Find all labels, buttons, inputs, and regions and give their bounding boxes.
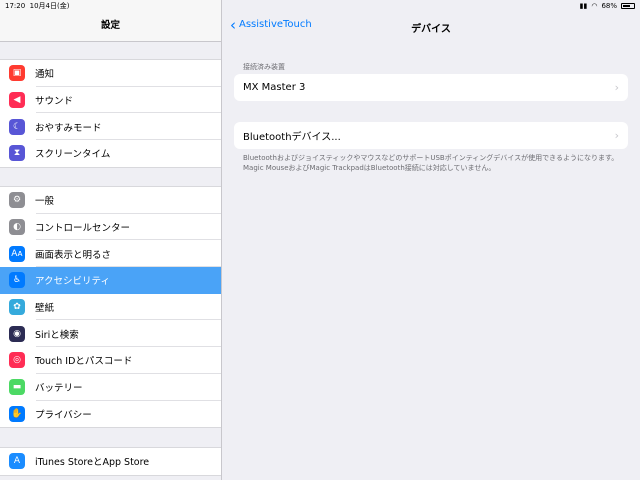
battery-icon [621, 3, 635, 9]
sidebar-item[interactable]: ◐ コントロールセンター [0, 214, 221, 241]
sidebar-item-label: コントロールセンター [35, 223, 131, 235]
status-date: 10月4日(金) [29, 2, 70, 10]
sidebar-item-label: 通知 [35, 69, 55, 81]
sidebar-item[interactable]: ✿ 壁紙 [0, 294, 221, 321]
sidebar-item-label: 壁紙 [35, 303, 55, 315]
fingerprint-icon: ◎ [9, 352, 25, 369]
chevron-right-icon: › [614, 129, 619, 142]
connected-device-row[interactable]: MX Master 3 › [234, 74, 628, 101]
sidebar-item[interactable]: ▣ 通知 [0, 60, 221, 87]
settings-group: ⚙ 一般 ◐ コントロールセンター Aᴀ 画面表示と明るさ ♿ アクセシビリティ ✿ 壁紙 ◉ Sir… [0, 186, 221, 429]
sidebar-item[interactable]: ▬ バッテリー [0, 374, 221, 401]
sidebar-item[interactable]: ♿ アクセシビリティ [0, 267, 221, 294]
sidebar-item[interactable]: ☾ おやすみモード [0, 113, 221, 140]
sidebar-item[interactable]: ⧗ スクリーンタイム [0, 140, 221, 167]
toggles-icon: ◐ [9, 219, 25, 236]
status-bar: 17:20 10月4日(金) ▮▮ ◠ 68% [0, 0, 640, 12]
sidebar-item-label: アクセシビリティ [35, 276, 110, 288]
signal-icon: ▮▮ [579, 2, 588, 10]
battery-percent: 68% [601, 2, 617, 10]
sidebar-item-label: Touch IDとパスコード [35, 356, 133, 368]
battery-icon: ▬ [9, 379, 25, 396]
sidebar-item-label: 一般 [35, 196, 55, 208]
hourglass-icon: ⧗ [9, 145, 25, 162]
sidebar-item-label: バッテリー [35, 383, 83, 395]
sidebar-item-label: サウンド [35, 96, 74, 108]
bluetooth-label: Bluetoothデバイス... [243, 132, 341, 143]
sidebar-item-label: Siriと検索 [35, 329, 79, 341]
display-icon: Aᴀ [9, 245, 25, 262]
sound-icon: ◀ [9, 92, 25, 109]
sidebar-item-label: スクリーンタイム [35, 149, 111, 161]
wallpaper-icon: ✿ [9, 299, 25, 316]
notifications-icon: ▣ [9, 65, 25, 82]
sidebar-item[interactable]: ◎ Touch IDとパスコード [0, 347, 221, 374]
chevron-right-icon: › [614, 81, 619, 94]
app-store-icon: A [9, 453, 25, 470]
footer-note: BluetoothおよびジョイスティックやマウスなどのサポートUSBポインティン… [243, 154, 619, 172]
sidebar-item-label: プライバシー [35, 409, 92, 421]
accessibility-icon: ♿ [9, 272, 25, 289]
hand-icon: ✋ [9, 405, 25, 422]
sidebar-item-label: 画面表示と明るさ [35, 249, 112, 261]
sidebar-item[interactable]: AiTunes StoreとApp Store [0, 448, 221, 475]
status-time: 17:20 [5, 2, 26, 10]
sidebar-item-label: iTunes StoreとApp Store [35, 457, 150, 469]
settings-sidebar: 設定 ▣ 通知 ◀ サウンド ☾ おやすみモード ⧗ スクリーンタイム ⚙ 一般 ◐ コントロールセ… [0, 0, 222, 480]
page-title: デバイス [411, 24, 451, 35]
gear-icon: ⚙ [9, 192, 25, 209]
moon-icon: ☾ [9, 118, 25, 135]
sidebar-item[interactable]: ◀ サウンド [0, 87, 221, 114]
siri-icon: ◉ [9, 325, 25, 342]
sidebar-item[interactable]: Aᴀ 画面表示と明るさ [0, 240, 221, 267]
settings-group: AiTunes StoreとApp Store [0, 447, 221, 476]
wifi-icon: ◠ [591, 2, 598, 10]
devices-panel: ‹ AssistiveTouch デバイス 接続済み装置 MX Master 3 ›… [222, 0, 640, 480]
settings-group: ▣ 通知 ◀ サウンド ☾ おやすみモード ⧗ スクリーンタイム [0, 59, 221, 168]
sidebar-item[interactable]: ✋ プライバシー [0, 401, 221, 428]
sidebar-item[interactable]: ⚙ 一般 [0, 187, 221, 214]
sidebar-item-label: おやすみモード [35, 122, 102, 134]
sidebar-item[interactable]: ◉ Siriと検索 [0, 320, 221, 347]
device-name: MX Master 3 [243, 82, 306, 93]
section-label: 接続済み装置 [243, 63, 285, 71]
bluetooth-devices-row[interactable]: Bluetoothデバイス... › [234, 122, 628, 149]
